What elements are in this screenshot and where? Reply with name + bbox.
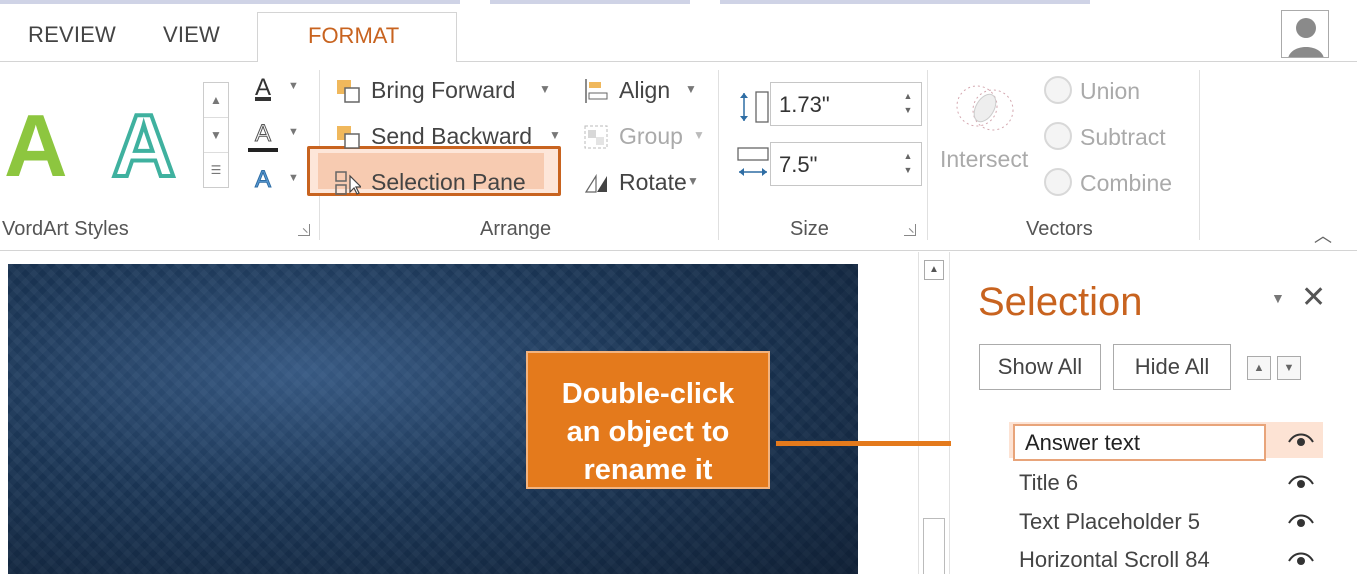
- chevron-down-icon: ▼: [693, 128, 705, 142]
- wordart-style-green[interactable]: A: [4, 102, 68, 190]
- wordart-gallery-scroll[interactable]: ▲ ▼ ☰: [203, 82, 229, 188]
- group-divider: [927, 70, 928, 240]
- ribbon: A A ▲ ▼ ☰ A ▼ A ▼ A ▼ VordArt Styles Bri…: [0, 62, 1357, 251]
- pane-title: Selection: [978, 280, 1143, 324]
- collapse-ribbon-icon[interactable]: ︿: [1314, 222, 1332, 248]
- subtract-icon: [1044, 122, 1072, 150]
- selection-pane-icon: [335, 171, 361, 195]
- tab-format-label: FORMAT: [308, 23, 400, 48]
- intersect-icon: [956, 85, 1014, 131]
- callout-line: rename it: [583, 454, 713, 486]
- user-avatar-icon[interactable]: [1281, 10, 1329, 58]
- list-item[interactable]: Title 6: [1009, 464, 1323, 500]
- eye-icon[interactable]: [1287, 430, 1315, 448]
- gallery-more-icon[interactable]: ☰: [204, 153, 228, 188]
- dialog-launcher-icon[interactable]: [298, 224, 310, 236]
- hide-all-button[interactable]: Hide All: [1113, 344, 1231, 390]
- align-icon: [585, 79, 608, 103]
- title-bar-strip: [0, 0, 1357, 4]
- ribbon-tab-bar: REVIEW VIEW FORMAT: [0, 0, 1357, 63]
- text-fill-button[interactable]: A ▼: [244, 74, 306, 110]
- bring-forward-order-icon[interactable]: ▲: [1247, 356, 1271, 380]
- list-item-selected[interactable]: [1009, 422, 1323, 461]
- chevron-down-icon: ▼: [685, 82, 697, 96]
- send-backward-order-icon[interactable]: ▼: [1277, 356, 1301, 380]
- list-item[interactable]: Horizontal Scroll 84: [1009, 541, 1323, 574]
- tab-review[interactable]: REVIEW: [28, 22, 116, 48]
- gallery-up-icon[interactable]: ▲: [204, 83, 228, 118]
- chevron-down-icon: ▼: [288, 126, 299, 138]
- vertical-scrollbar[interactable]: ▲: [918, 252, 950, 574]
- height-spinner[interactable]: ▲ ▼: [901, 89, 915, 119]
- dialog-launcher-icon[interactable]: [904, 224, 916, 236]
- slide-editing-area: [0, 252, 918, 574]
- eye-icon[interactable]: [1287, 549, 1315, 567]
- callout-line: Double-click: [561, 378, 735, 410]
- shape-height-input[interactable]: 1.73" ▲ ▼: [770, 82, 922, 126]
- arrow-right-icon: [776, 441, 962, 446]
- group-divider: [718, 70, 719, 240]
- list-item[interactable]: Text Placeholder 5: [1009, 503, 1323, 539]
- combine-icon: [1044, 168, 1072, 196]
- size-label: Size: [790, 218, 829, 240]
- selection-pane: Selection ▼ ✕ Show All Hide All ▲ ▼ Titl…: [951, 252, 1357, 574]
- show-all-button[interactable]: Show All: [979, 344, 1101, 390]
- shape-width-icon: [737, 147, 769, 176]
- scroll-thumb[interactable]: [923, 518, 945, 574]
- eye-icon[interactable]: [1287, 511, 1315, 529]
- instruction-callout: Double-click an object to rename it: [526, 351, 770, 489]
- bring-forward-icon: [337, 80, 360, 103]
- union-button[interactable]: Union: [1080, 78, 1140, 105]
- text-effects-button[interactable]: A ▼: [244, 166, 306, 202]
- chevron-down-icon: ▼: [549, 128, 561, 142]
- group-divider: [1199, 70, 1200, 240]
- width-spinner[interactable]: ▲ ▼: [901, 149, 915, 179]
- pane-options-icon[interactable]: ▼: [1271, 290, 1285, 306]
- callout-line: an object to: [566, 416, 730, 448]
- rotate-icon: [584, 173, 607, 193]
- text-outline-button[interactable]: A ▼: [244, 120, 306, 156]
- chevron-down-icon: ▼: [687, 174, 699, 188]
- shape-height-icon: [740, 91, 769, 123]
- chevron-down-icon: ▼: [288, 172, 299, 184]
- subtract-button[interactable]: Subtract: [1080, 124, 1166, 151]
- send-backward-icon: [337, 126, 360, 149]
- intersect-button[interactable]: Intersect: [940, 146, 1028, 173]
- tab-format[interactable]: FORMAT: [257, 12, 457, 63]
- tab-view[interactable]: VIEW: [163, 22, 220, 48]
- title-strip-segment: [490, 0, 690, 4]
- rename-object-input[interactable]: [1013, 424, 1266, 461]
- eye-icon[interactable]: [1287, 472, 1315, 490]
- group-icon: [584, 125, 608, 149]
- text-effects-icon: A: [254, 166, 271, 194]
- union-icon: [1044, 76, 1072, 104]
- scroll-up-icon[interactable]: ▲: [924, 260, 944, 280]
- vectors-label: Vectors: [1026, 218, 1093, 240]
- chevron-down-icon: ▼: [539, 82, 551, 96]
- text-fill-icon: A: [254, 74, 271, 101]
- title-strip-segment: [0, 0, 460, 4]
- text-outline-icon: A: [248, 120, 278, 154]
- wordart-style-outline[interactable]: A: [110, 100, 178, 192]
- gallery-down-icon[interactable]: ▼: [204, 118, 228, 153]
- combine-button[interactable]: Combine: [1080, 170, 1172, 197]
- chevron-down-icon: ▼: [288, 80, 299, 92]
- shape-width-input[interactable]: 7.5" ▲ ▼: [770, 142, 922, 186]
- arrange-label: Arrange: [480, 218, 552, 240]
- title-strip-segment: [720, 0, 1090, 4]
- wordart-styles-label: VordArt Styles: [2, 218, 129, 240]
- close-icon[interactable]: ✕: [1301, 280, 1326, 315]
